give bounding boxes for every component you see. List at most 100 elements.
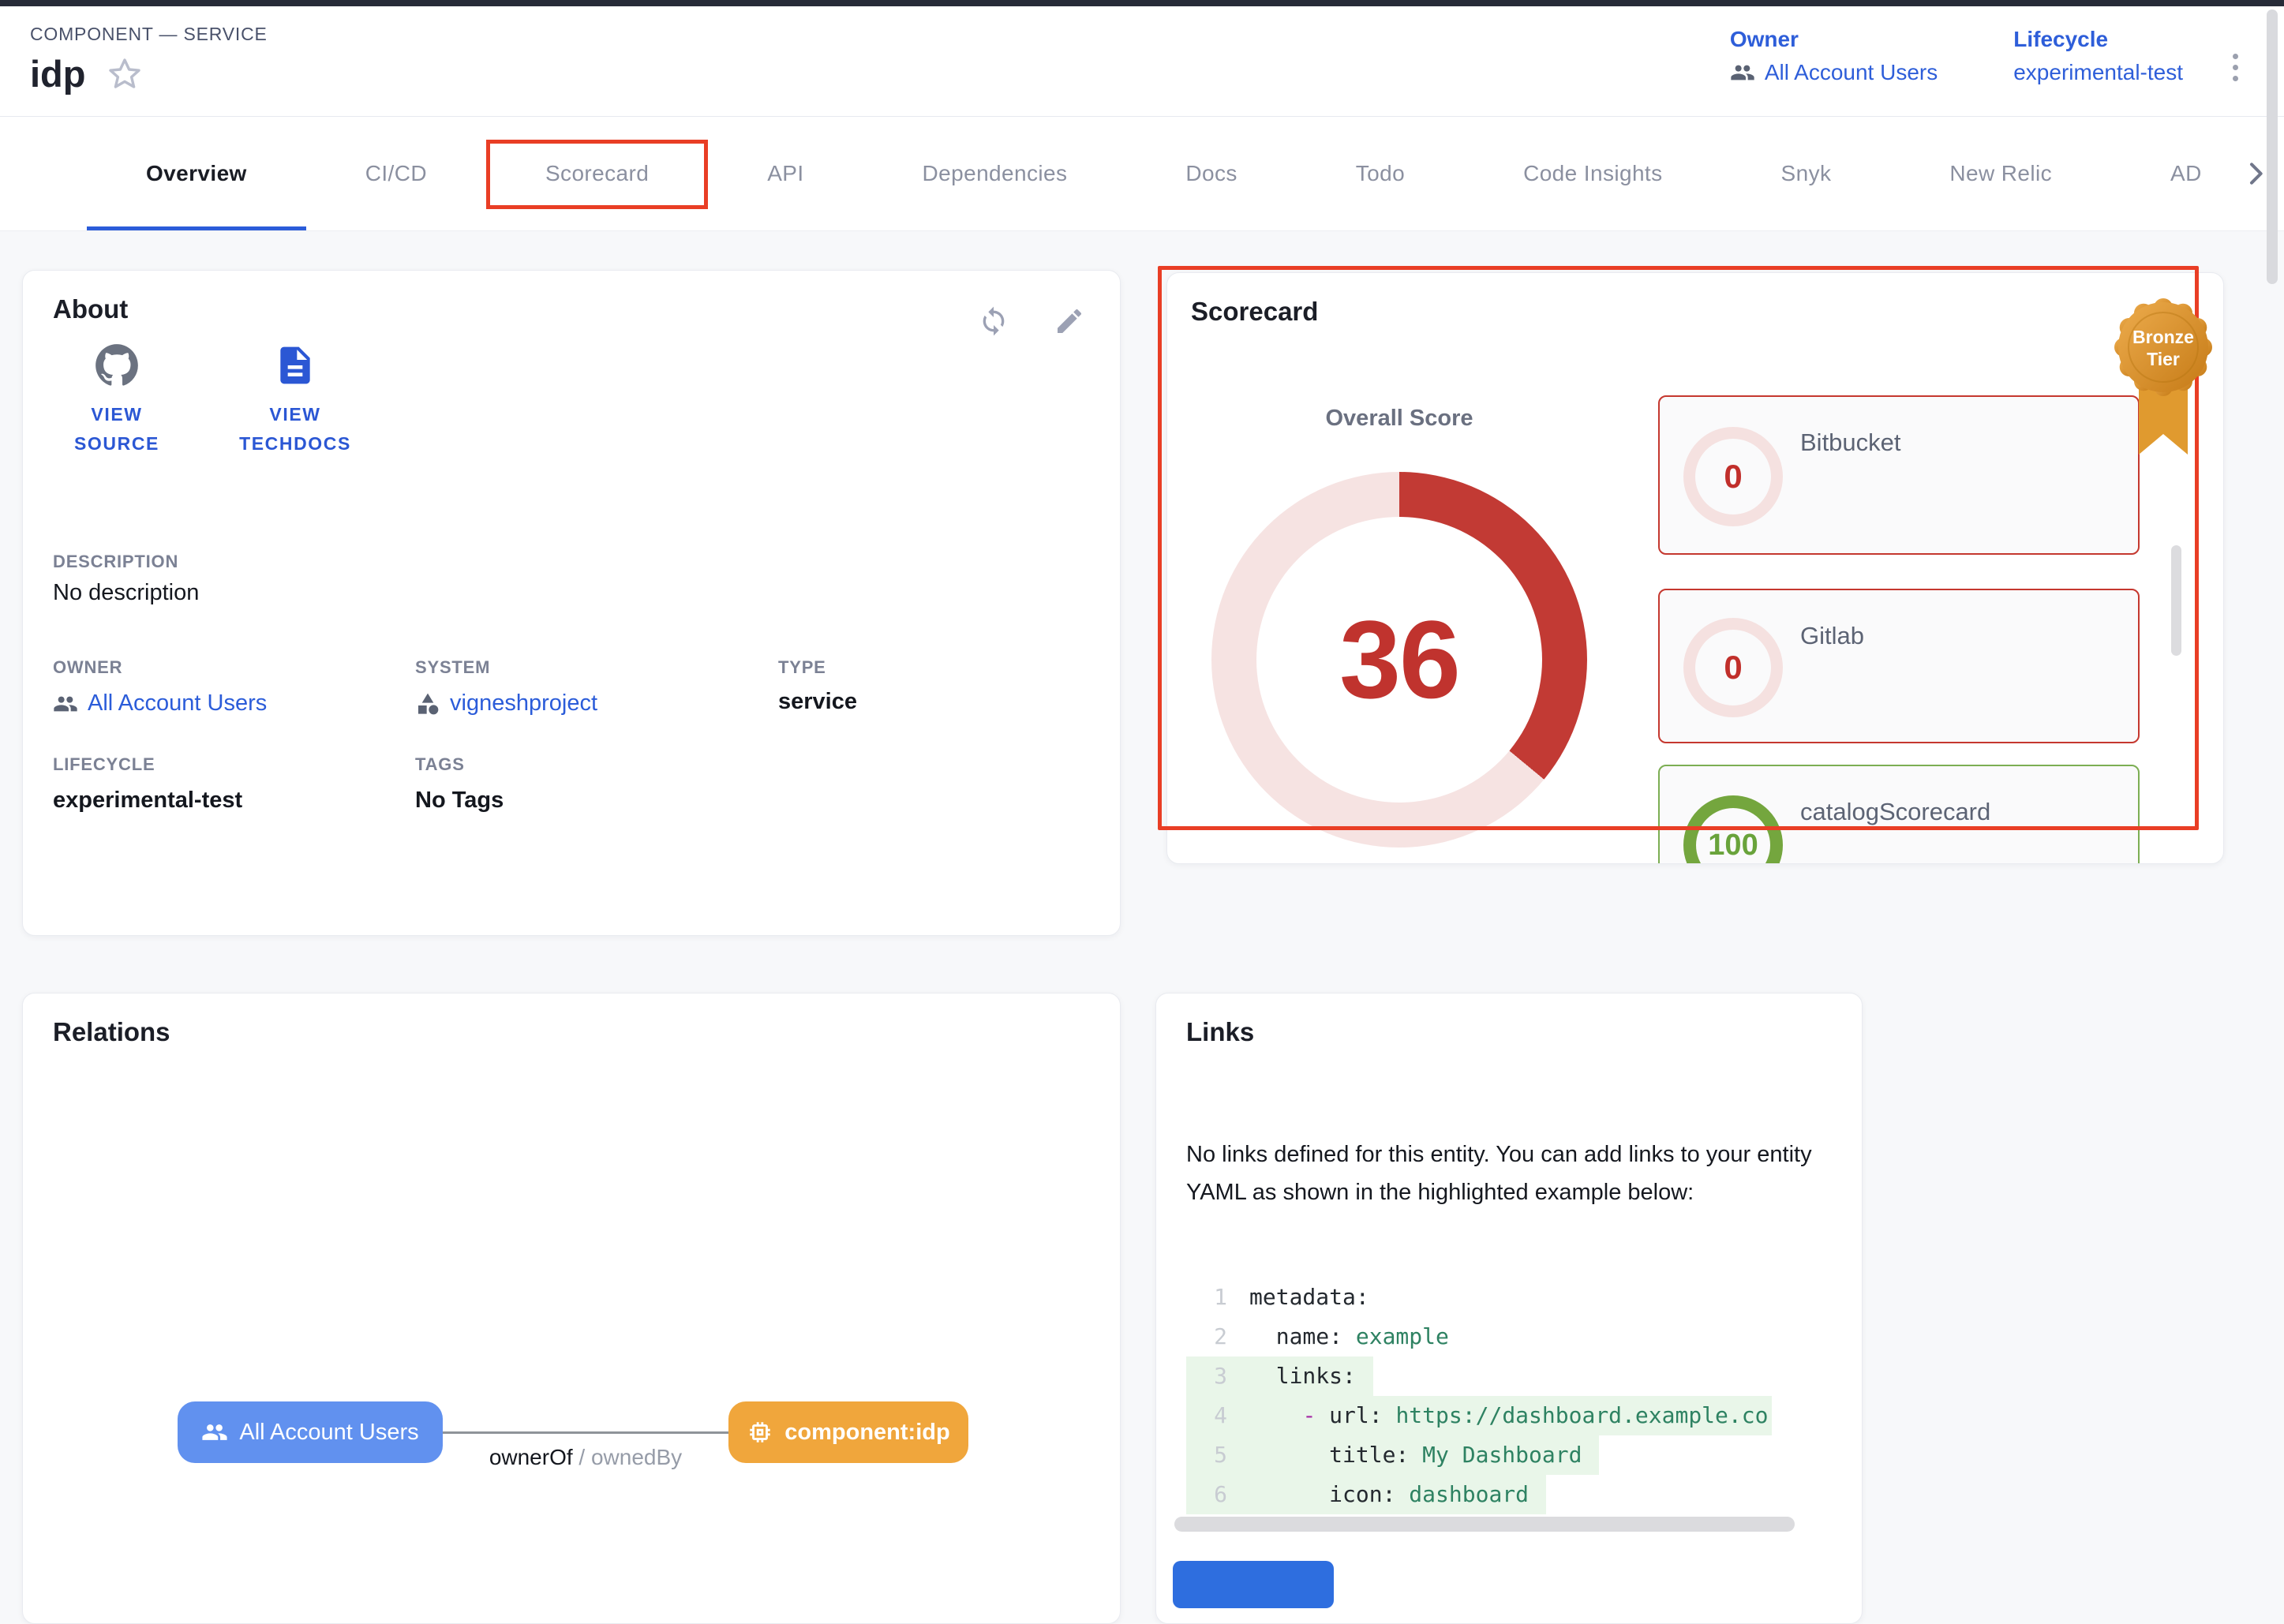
- about-card: About VIEW SOURCE VIEW TECHDOCS: [22, 270, 1121, 936]
- code-line-number: 1: [1186, 1278, 1227, 1317]
- edit-pencil-icon[interactable]: [1054, 305, 1085, 337]
- code-line-number: 3: [1186, 1356, 1227, 1396]
- scorecard-item-catalogscorecard[interactable]: 100 catalogScorecard: [1658, 765, 2140, 864]
- description-value: No description: [53, 580, 199, 606]
- people-icon: [201, 1419, 228, 1446]
- code-line-number: 2: [1186, 1317, 1227, 1356]
- scorecard-item-label: Bitbucket: [1800, 428, 1901, 457]
- score-value: 0: [1724, 458, 1742, 496]
- code-line-2: 2 name: example: [1186, 1317, 1466, 1356]
- tab-scorecard[interactable]: Scorecard: [486, 117, 708, 230]
- system-field-value: vigneshproject: [450, 690, 597, 717]
- owner-value: All Account Users: [1765, 60, 1938, 85]
- scorecard-item-gitlab[interactable]: 0Gitlab: [1658, 589, 2140, 743]
- tab-label: CI/CD: [365, 161, 427, 186]
- tab-docs[interactable]: Docs: [1126, 117, 1296, 230]
- entity-header: COMPONENT — SERVICE idp Owner All Accoun…: [0, 6, 2284, 116]
- edge-label-ownedby: ownedBy: [591, 1445, 682, 1469]
- view-source-label: VIEW SOURCE: [50, 400, 184, 458]
- code-line-number: 4: [1186, 1396, 1227, 1435]
- score-ring: 0: [1683, 427, 1783, 526]
- scorecard-list-scrollbar[interactable]: [2171, 545, 2181, 656]
- relation-node-component[interactable]: component:idp: [728, 1401, 968, 1463]
- tags-field-value: No Tags: [415, 788, 504, 814]
- tab-overview[interactable]: Overview: [87, 117, 306, 230]
- edge-label-separator: /: [573, 1445, 591, 1469]
- code-line-4: 4 - url: https://dashboard.example.co: [1186, 1396, 1772, 1435]
- links-card: Links No links defined for this entity. …: [1155, 993, 1863, 1624]
- favorite-star-icon[interactable]: [106, 55, 144, 93]
- links-title: Links: [1186, 1017, 1254, 1047]
- code-line-6: 6 icon: dashboard: [1186, 1475, 1546, 1514]
- about-title: About: [53, 294, 128, 324]
- tab-list: Overview CI/CD Scorecard API Dependencies Doc…: [87, 117, 2284, 230]
- score-ring: 0: [1683, 618, 1783, 717]
- tab-label: API: [767, 161, 803, 186]
- overall-score-label: Overall Score: [1281, 406, 1518, 432]
- tab-label: Snyk: [1781, 161, 1832, 186]
- tab-label: Todo: [1356, 161, 1405, 186]
- people-icon: [53, 691, 78, 717]
- lifecycle-field-label: LIFECYCLE: [53, 754, 155, 775]
- lifecycle-field-value: experimental-test: [53, 788, 242, 814]
- scorecard-item-label: catalogScorecard: [1800, 798, 1990, 826]
- tab-todo[interactable]: Todo: [1297, 117, 1464, 230]
- tab-new-relic[interactable]: New Relic: [1890, 117, 2111, 230]
- entity-tabbar: Overview CI/CD Scorecard API Dependencies Doc…: [0, 117, 2284, 231]
- more-options-kebab-icon[interactable]: [2228, 49, 2243, 86]
- relation-edge-label: ownerOf / ownedBy: [428, 1445, 743, 1470]
- code-line-text: icon: dashboard: [1227, 1475, 1529, 1514]
- scorecard-item-list: 0 Bitbucket 0Gitlab 100 catalogScorecard: [1658, 273, 2140, 863]
- system-field-link[interactable]: vigneshproject: [415, 690, 597, 717]
- tab-label: AD: [2170, 161, 2202, 186]
- tab-code-insights[interactable]: Code Insights: [1464, 117, 1721, 230]
- code-line-text: links:: [1227, 1356, 1356, 1396]
- edge-label-ownerof: ownerOf: [489, 1445, 573, 1469]
- yaml-code-block: 1metadata:2 name: example3 links:4 - url…: [1186, 1278, 1772, 1516]
- tab-label: Dependencies: [923, 161, 1068, 186]
- view-source-link[interactable]: VIEW SOURCE: [42, 343, 192, 458]
- component-chip-icon: [747, 1419, 773, 1446]
- overall-score-value: 36: [1339, 596, 1459, 724]
- tab-dependencies[interactable]: Dependencies: [863, 117, 1127, 230]
- view-techdocs-label: VIEW TECHDOCS: [228, 400, 362, 458]
- system-field-label: SYSTEM: [415, 657, 490, 678]
- tab-snyk[interactable]: Snyk: [1722, 117, 1891, 230]
- relation-edge-line: [443, 1431, 728, 1434]
- owner-field-value: All Account Users: [88, 690, 267, 717]
- code-line-5: 5 title: My Dashboard: [1186, 1435, 1599, 1475]
- page-scrollbar[interactable]: [2267, 9, 2278, 284]
- scorecard-title: Scorecard: [1191, 297, 1318, 327]
- tab-label: Scorecard: [545, 161, 649, 186]
- code-line-number: 6: [1186, 1475, 1227, 1514]
- links-empty-message: No links defined for this entity. You ca…: [1186, 1136, 1832, 1211]
- header-owner-group: Owner All Account Users: [1730, 27, 1938, 85]
- people-icon: [1730, 60, 1755, 85]
- owner-link[interactable]: All Account Users: [1730, 60, 1938, 85]
- scorecard-item-bitbucket[interactable]: 0 Bitbucket: [1658, 395, 2140, 555]
- code-horizontal-scrollbar[interactable]: [1174, 1517, 1795, 1532]
- refresh-icon[interactable]: [978, 305, 1009, 337]
- overall-score-gauge: 36: [1211, 472, 1587, 848]
- tab-ad[interactable]: AD: [2111, 117, 2261, 230]
- code-line-text: - url: https://dashboard.example.co: [1227, 1396, 1768, 1435]
- top-window-bar: [0, 0, 2284, 6]
- lifecycle-value: experimental-test: [2013, 60, 2183, 85]
- relation-node-owner[interactable]: All Account Users: [178, 1401, 443, 1463]
- code-line-3: 3 links:: [1186, 1356, 1373, 1396]
- score-value: 100: [1708, 829, 1758, 863]
- page-title: idp: [30, 52, 85, 95]
- relations-card: Relations All Account Users component:id…: [22, 993, 1121, 1624]
- links-action-button[interactable]: [1173, 1561, 1334, 1608]
- bronze-tier-badge: Bronze Tier: [2103, 278, 2223, 461]
- type-field-value: service: [778, 689, 857, 715]
- tab-label: Code Insights: [1523, 161, 1662, 186]
- tab-label: Overview: [146, 161, 247, 186]
- type-field-label: TYPE: [778, 657, 826, 678]
- tab-ci-cd[interactable]: CI/CD: [306, 117, 486, 230]
- tab-api[interactable]: API: [708, 117, 863, 230]
- github-icon: [95, 343, 139, 387]
- owner-field-link[interactable]: All Account Users: [53, 690, 267, 717]
- view-techdocs-link[interactable]: VIEW TECHDOCS: [220, 343, 370, 458]
- badge-line2: Tier: [2147, 349, 2180, 369]
